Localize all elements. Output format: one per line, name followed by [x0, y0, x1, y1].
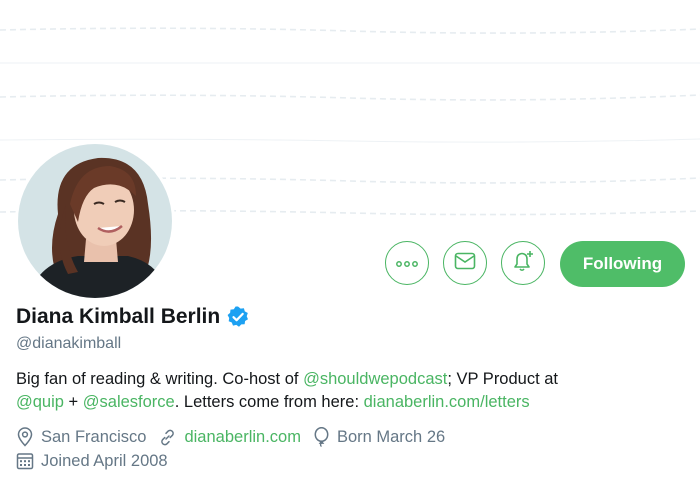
birthday-item: Born March 26 — [313, 427, 445, 447]
verified-badge-icon — [226, 305, 250, 329]
location-pin-icon — [17, 427, 33, 447]
website-link[interactable]: dianaberlin.com — [184, 428, 300, 447]
profile-bio: Big fan of reading & writing. Co-host of… — [16, 368, 686, 414]
bell-plus-icon — [511, 249, 535, 278]
message-button[interactable] — [443, 241, 487, 285]
bio-letters-link[interactable]: dianaberlin.com/letters — [364, 393, 530, 411]
balloon-icon — [314, 427, 329, 447]
bio-text: ; VP Product at — [447, 370, 559, 388]
mail-icon — [454, 252, 476, 275]
more-button[interactable] — [385, 241, 429, 285]
location-item: San Francisco — [16, 427, 146, 447]
link-icon — [161, 429, 175, 445]
notifications-button[interactable] — [501, 241, 545, 285]
profile-name: Diana Kimball Berlin — [16, 305, 221, 328]
profile-name-row: Diana Kimball Berlin — [16, 305, 250, 329]
calendar-icon — [16, 453, 34, 470]
bio-text: . Letters come from here: — [174, 393, 364, 411]
bio-text: + — [63, 393, 83, 411]
website-item: dianaberlin.com — [158, 428, 301, 447]
joined-item: Joined April 2008 — [16, 452, 168, 471]
mention-salesforce[interactable]: @salesforce — [83, 393, 175, 411]
bio-text: Big fan of reading & writing. Co-host of — [16, 370, 304, 388]
birthday-text: Born March 26 — [336, 427, 446, 446]
avatar-photo — [18, 144, 172, 298]
profile-meta: San Francisco dianaberlin.com Born March… — [16, 425, 457, 473]
following-button[interactable]: Following — [560, 241, 685, 287]
mention-quip[interactable]: @quip — [16, 393, 64, 411]
profile-handle: @dianakimball — [16, 335, 122, 352]
more-icon — [396, 254, 418, 272]
location-text: San Francisco — [41, 427, 147, 446]
mention-shouldwepodcast[interactable]: @shouldwepodcast — [303, 370, 447, 388]
joined-text: Joined April 2008 — [41, 451, 168, 470]
avatar[interactable] — [15, 141, 175, 301]
